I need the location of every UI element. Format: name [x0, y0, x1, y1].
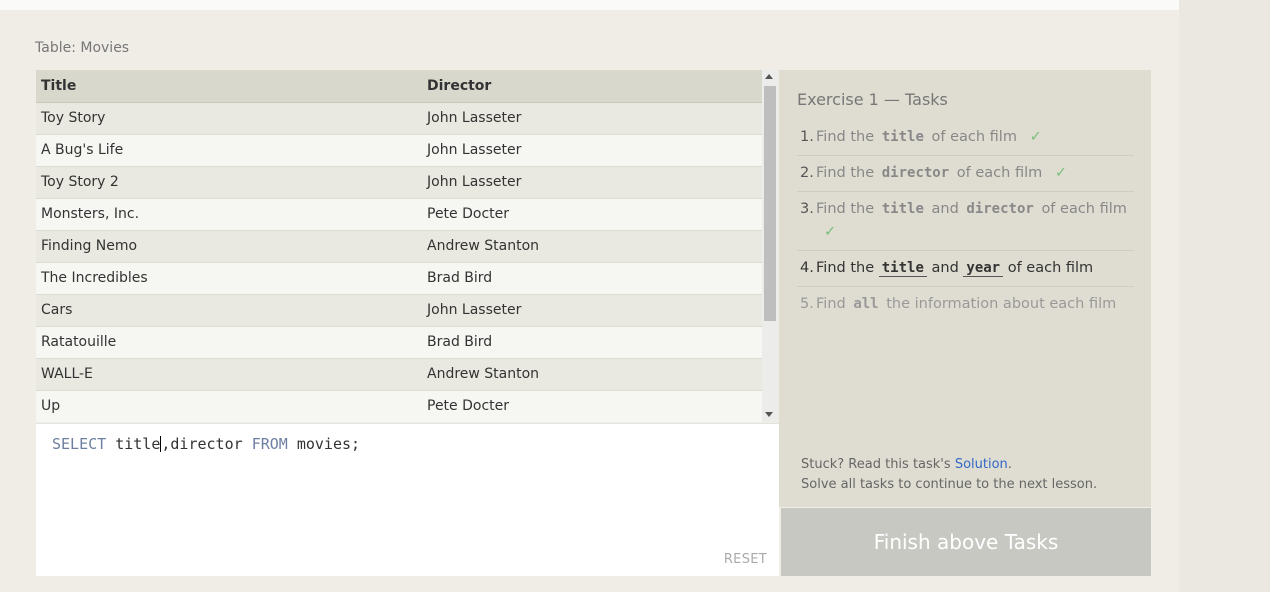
checkmark-icon: ✓ [1054, 165, 1067, 181]
cell-director: John Lasseter [422, 102, 762, 135]
column-header-director: Director [422, 70, 762, 103]
cell-title: Monsters, Inc. [36, 198, 422, 231]
table-row: The Incredibles Brad Bird [36, 262, 762, 295]
code-text: movies; [296, 435, 361, 453]
results-table-container: Title Director Toy Story John Lasseter A… [36, 70, 778, 422]
task-text: Find the [816, 129, 875, 145]
help-suffix: . [1007, 457, 1012, 472]
cell-director: Pete Docter [422, 198, 762, 231]
table-row: A Bug's Life John Lasseter [36, 134, 762, 167]
table-row: WALL-E Andrew Stanton [36, 358, 762, 391]
table-row: Monsters, Inc. Pete Docter [36, 198, 762, 231]
cell-director: Andrew Stanton [422, 230, 762, 263]
help-line-2: Solve all tasks to continue to the next … [801, 477, 1098, 492]
task-keyword: title [878, 260, 927, 277]
table-row: Toy Story 2 John Lasseter [36, 166, 762, 199]
task-text: the information about each film [886, 296, 1117, 312]
scrollbar-thumb[interactable] [764, 86, 776, 321]
task-number: 4. [800, 260, 814, 276]
task-number: 5. [800, 296, 814, 312]
cell-title: A Bug's Life [36, 134, 422, 167]
scroll-down-arrow-icon[interactable] [765, 412, 773, 417]
finish-tasks-button[interactable]: Finish above Tasks [781, 508, 1151, 576]
task-text: of each film [931, 129, 1017, 145]
sql-keyword: SELECT [52, 435, 107, 453]
table-scrollbar[interactable] [762, 70, 778, 422]
task-keyword: director [881, 165, 950, 181]
task-keyword: title [881, 201, 924, 217]
task-number: 1. [800, 129, 814, 145]
solution-link[interactable]: Solution [955, 457, 1008, 472]
task-keyword: title [881, 129, 924, 145]
checkmark-icon: ✓ [824, 224, 837, 240]
cell-title: Cars [36, 294, 422, 327]
task-text: of each film [956, 165, 1043, 181]
top-bar [0, 0, 1179, 10]
cell-director: Brad Bird [422, 326, 762, 359]
task-text: Find [816, 296, 846, 312]
task-text: Find the [816, 201, 875, 217]
task-keyword: year [963, 260, 1004, 277]
tasks-panel: Exercise 1 — Tasks 1. Find the title of … [779, 70, 1151, 507]
task-text: and [931, 201, 959, 217]
task-number: 2. [800, 165, 814, 181]
table-row: Toy Story John Lasseter [36, 102, 762, 135]
cell-title: Toy Story [36, 102, 422, 135]
task-list: 1. Find the title of each film ✓ 2. Find… [797, 120, 1134, 322]
help-prefix: Stuck? Read this task's [801, 457, 951, 472]
task-keyword: all [853, 296, 879, 312]
right-gutter [1179, 0, 1270, 592]
table-row: Ratatouille Brad Bird [36, 326, 762, 359]
cell-director: John Lasseter [422, 166, 762, 199]
task-text: of each film [1041, 201, 1127, 217]
cell-director: John Lasseter [422, 294, 762, 327]
cell-title: Finding Nemo [36, 230, 422, 263]
code-text: ,director [161, 435, 243, 453]
tasks-heading: Exercise 1 — Tasks [797, 90, 948, 109]
code-text: title [115, 435, 161, 453]
sql-keyword: FROM [251, 435, 288, 453]
task-text: Find the [816, 260, 875, 276]
task-text: of each film [1007, 260, 1094, 276]
task-text: Find the [816, 165, 875, 181]
task-item: 2. Find the director of each film ✓ [797, 156, 1134, 192]
cell-title: WALL-E [36, 358, 422, 391]
table-row: Up Pete Docter [36, 390, 762, 422]
code-line[interactable]: SELECT title,director FROM movies; [52, 435, 360, 453]
results-table: Title Director Toy Story John Lasseter A… [36, 70, 762, 422]
cell-title: The Incredibles [36, 262, 422, 295]
table-row: Cars John Lasseter [36, 294, 762, 327]
task-item: 5. Find all the information about each f… [797, 287, 1134, 322]
table-row: Finding Nemo Andrew Stanton [36, 230, 762, 263]
cell-director: Brad Bird [422, 262, 762, 295]
table-header-row: Title Director [36, 70, 762, 103]
cell-director: Pete Docter [422, 390, 762, 422]
sql-editor[interactable]: SELECT title,director FROM movies; RESET [36, 423, 779, 576]
column-header-title: Title [36, 70, 422, 103]
task-text: and [931, 260, 959, 276]
checkmark-icon: ✓ [1029, 129, 1042, 145]
task-item-current: 4. Find the title and year of each film [797, 251, 1134, 287]
task-number: 3. [800, 201, 814, 217]
reset-button[interactable]: RESET [724, 552, 767, 567]
table-caption: Table: Movies [35, 40, 130, 56]
cell-title: Up [36, 390, 422, 422]
task-item: 1. Find the title of each film ✓ [797, 120, 1134, 156]
cell-director: Andrew Stanton [422, 358, 762, 391]
help-text: Stuck? Read this task's Solution. Solve … [801, 455, 1097, 495]
cell-director: John Lasseter [422, 134, 762, 167]
task-keyword: director [966, 201, 1034, 217]
cell-title: Toy Story 2 [36, 166, 422, 199]
cell-title: Ratatouille [36, 326, 422, 359]
task-item: 3. Find the title and director of each f… [797, 192, 1134, 251]
scroll-up-arrow-icon[interactable] [765, 74, 773, 79]
